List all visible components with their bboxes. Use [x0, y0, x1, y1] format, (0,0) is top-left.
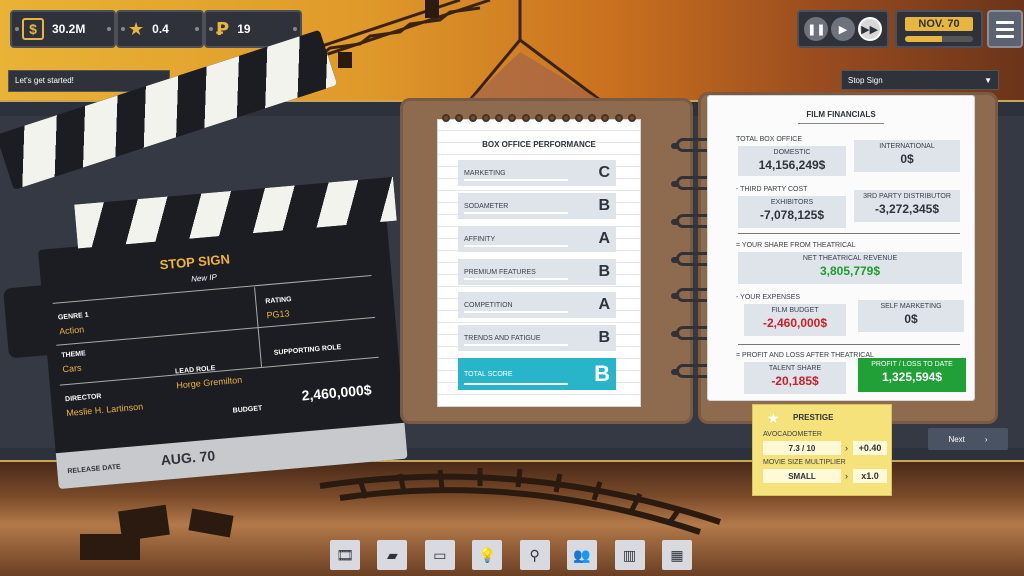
exhibitors-box: EXHIBITORS -7,078,125$: [738, 196, 846, 228]
score-row-marketing: MARKETING C: [458, 160, 616, 186]
film-financials-page: FILM FINANCIALS TOTAL BOX OFFICE DOMESTI…: [708, 96, 974, 400]
film-select-dropdown[interactable]: Stop Sign ▼: [841, 70, 999, 90]
distributor-box: 3RD PARTY DISTRIBUTOR -3,272,345$: [854, 190, 960, 222]
clapper-bottom-stick: [74, 176, 397, 249]
score-row-competition: COMPETITION A: [458, 292, 616, 318]
budget-value: 2,460,000$: [300, 381, 373, 404]
next-label: Next: [948, 434, 965, 444]
release-date-value: AUG. 70: [160, 447, 216, 469]
date-display: NOV. 70: [895, 10, 983, 48]
building-icon[interactable]: ▦: [661, 540, 692, 570]
film-icon[interactable]: 🎞: [330, 540, 360, 570]
money-value: 30.2M: [52, 22, 86, 36]
score-row-trends-fatigue: TRENDS AND FATIGUE B: [458, 325, 616, 351]
rating-value: PG13: [266, 308, 290, 321]
fast-forward-button[interactable]: ▶▶: [857, 17, 882, 41]
budget-label: BUDGET: [232, 405, 263, 415]
current-date: NOV. 70: [905, 17, 973, 31]
genre-label: GENRE 1: [57, 311, 89, 322]
star-icon: ★: [128, 18, 145, 39]
bottom-toolbar: 🎞 ▰ ▭ 💡 ⚲ 👥 ▥ ▦: [330, 540, 692, 576]
menu-button[interactable]: [987, 10, 1023, 48]
score-row-sodameter: SODAMETER B: [458, 193, 616, 219]
release-footer: RELEASE DATE AUG. 70: [55, 422, 408, 490]
theme-value: Cars: [62, 362, 82, 375]
chevron-right-icon: ›: [845, 443, 848, 453]
prestige-card: ★ PRESTIGE AVOCADOMETER 7.3 / 10 › +0.40…: [752, 404, 892, 496]
play-button[interactable]: ▶: [830, 17, 855, 41]
genre-value: Action: [58, 324, 85, 337]
release-date-label: RELEASE DATE: [67, 463, 122, 476]
box-office-title: BOX OFFICE PERFORMANCE: [482, 140, 596, 149]
date-progress-bar: [905, 36, 973, 42]
score-row-premium-features: PREMIUM FEATURES B: [458, 259, 616, 285]
box-office-page: BOX OFFICE PERFORMANCE MARKETING C SODAM…: [438, 114, 640, 406]
total-box-office-label: TOTAL BOX OFFICE: [736, 136, 802, 143]
movie-size-value: SMALL: [763, 469, 841, 483]
rating-label: RATING: [265, 296, 292, 306]
folder-icon[interactable]: ▰: [377, 540, 408, 570]
chevron-down-icon: ▼: [984, 75, 992, 85]
chevron-right-icon: ›: [984, 434, 988, 444]
director-value: Meslie H. Lartinson: [65, 401, 144, 419]
financials-title: FILM FINANCIALS: [806, 110, 876, 119]
self-marketing-box: SELF MARKETING 0$: [858, 300, 964, 332]
supporting-role-label: SUPPORTING ROLE: [273, 343, 342, 357]
international-box: INTERNATIONAL 0$: [854, 140, 960, 172]
time-controls: ❚❚ ▶ ▶▶: [797, 10, 889, 48]
next-button[interactable]: Next ›: [928, 428, 1008, 450]
talent-share-box: TALENT SHARE -20,185$: [744, 362, 846, 394]
dollar-icon: $: [22, 18, 44, 40]
page-rings: [442, 114, 636, 122]
avocadometer-value: 7.3 / 10: [763, 441, 841, 455]
profit-to-date-box: PROFIT / LOSS TO DATE 1,325,594$: [858, 358, 966, 392]
research-value: 19: [237, 22, 251, 36]
film-ip-type: New IP: [190, 272, 218, 284]
chart-icon[interactable]: ▥: [614, 540, 645, 570]
prestige-title: PRESTIGE: [793, 413, 834, 422]
domestic-box: DOMESTIC 14,156,249$: [738, 146, 846, 176]
net-revenue-box: NET THEATRICAL REVENUE 3,805,779$: [738, 252, 962, 284]
size-multiplier-label: MOVIE SIZE MULTIPLIER: [763, 459, 846, 466]
pause-button[interactable]: ❚❚: [804, 17, 829, 41]
people-icon[interactable]: 👥: [567, 540, 598, 570]
lead-role-label: LEAD ROLE: [174, 364, 216, 376]
profit-loss-label: = PROFIT AND LOSS AFTER THEATRICAL: [736, 352, 874, 359]
lightbulb-icon[interactable]: 💡: [472, 540, 503, 570]
share-theatrical-label: = YOUR SHARE FROM THEATRICAL: [736, 242, 856, 249]
clapper-slate: STOP SIGN New IP GENRE 1 Action RATING P…: [38, 176, 408, 490]
stars-counter[interactable]: ★ 0.4: [116, 10, 204, 48]
avocadometer-modifier: +0.40: [853, 441, 887, 455]
theme-label: THEME: [61, 350, 87, 360]
search-icon[interactable]: ⚲: [519, 540, 550, 570]
stars-value: 0.4: [152, 22, 169, 36]
total-score-row: TOTAL SCORE B: [458, 358, 616, 390]
expenses-label: - YOUR EXPENSES: [736, 294, 801, 301]
size-multiplier-value: x1.0: [853, 469, 887, 483]
film-budget-box: FILM BUDGET -2,460,000$: [744, 304, 846, 336]
score-row-affinity: AFFINITY A: [458, 226, 616, 252]
hamburger-icon: [996, 20, 1014, 24]
tv-icon[interactable]: ▭: [424, 540, 455, 570]
director-label: DIRECTOR: [64, 393, 102, 404]
research-icon: Ꝑ: [216, 18, 230, 39]
chevron-right-icon: ›: [845, 471, 848, 481]
money-counter[interactable]: $ 30.2M: [10, 10, 116, 48]
third-party-cost-label: - THIRD PARTY COST: [736, 186, 808, 193]
lead-role-value: Horge Gremilton: [175, 374, 243, 391]
film-title: STOP SIGN: [159, 251, 231, 273]
clapperboard: STOP SIGN New IP GENRE 1 Action RATING P…: [0, 29, 408, 490]
star-icon: ★: [767, 410, 780, 426]
date-progress-fill: [905, 36, 943, 42]
avocadometer-label: AVOCADOMETER: [763, 431, 822, 438]
film-select-value: Stop Sign: [848, 75, 883, 85]
